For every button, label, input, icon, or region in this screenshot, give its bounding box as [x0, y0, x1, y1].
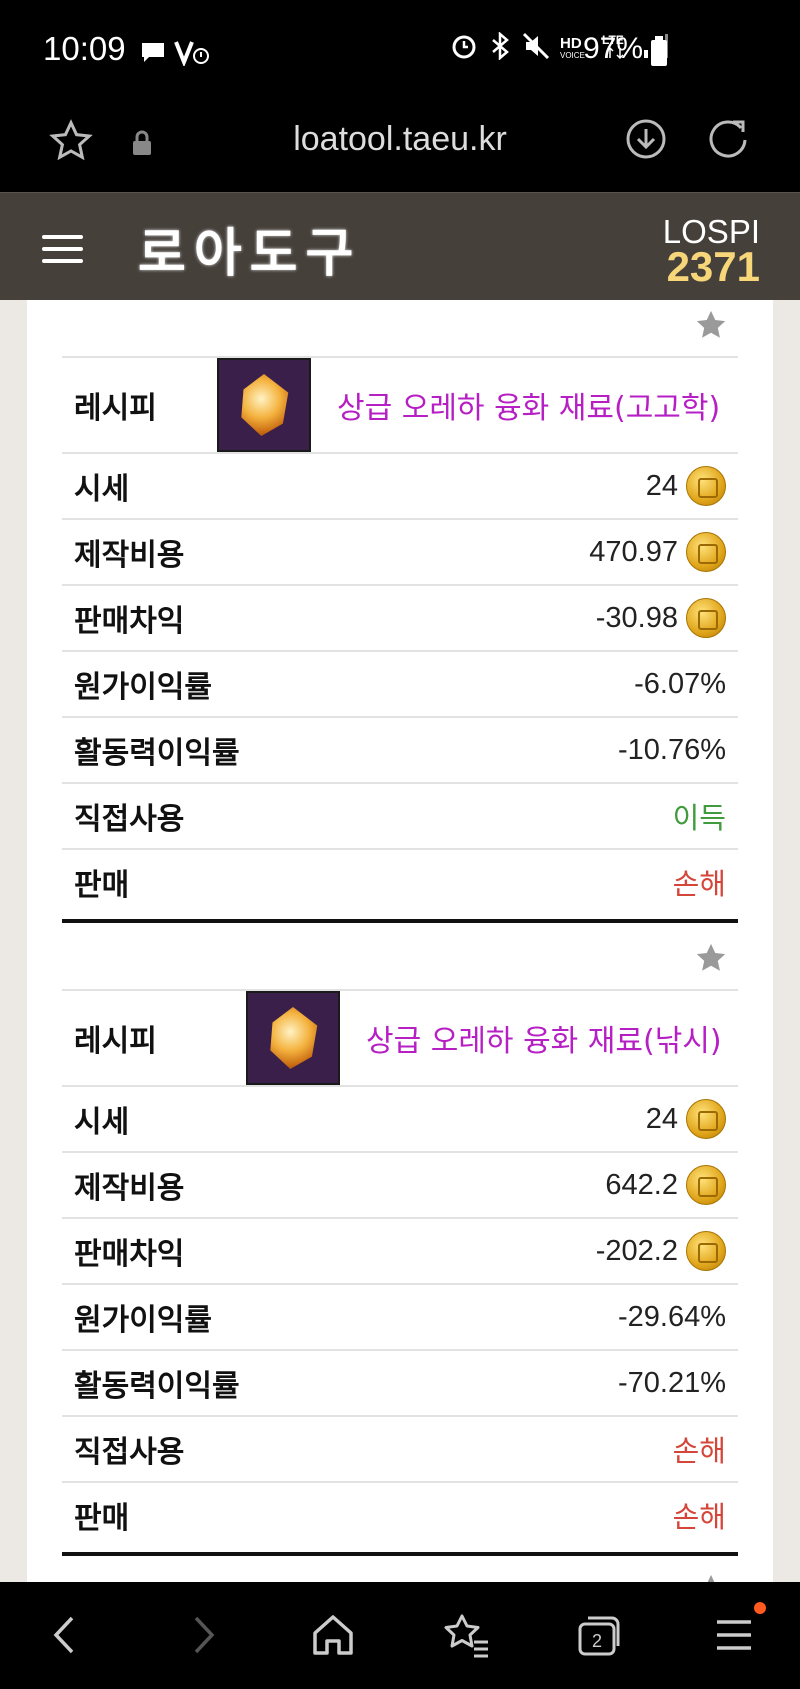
row-label: 직접사용 [74, 802, 185, 837]
favorite-star-icon[interactable] [694, 941, 728, 975]
table-row: 시세 24 [62, 452, 738, 518]
row-value: -6.07% [634, 667, 726, 700]
site-logo[interactable]: 로아도구 [138, 211, 361, 286]
section-divider [62, 1552, 738, 1556]
tab-count: 2 [592, 1631, 602, 1651]
forward-icon[interactable] [186, 1612, 220, 1658]
browser-bottom-nav: 2 [0, 1582, 800, 1689]
gold-coin-icon [686, 532, 726, 572]
chat-icon [142, 43, 164, 62]
menu-icon[interactable] [42, 235, 83, 263]
bluetooth-icon [492, 32, 509, 60]
recipe-item[interactable]: 상급 오레하 융화 재료(낚시) [246, 991, 722, 1085]
table-row: 판매차익 -202.2 [62, 1217, 738, 1283]
section-divider [62, 919, 738, 923]
recipe-card: 레시피 상급 오레하 융화 재료(고고학) 시세 24 제작비용 470.97 … [27, 300, 773, 1582]
row-value: -30.98 [596, 598, 726, 638]
status-value: 이득 [672, 803, 726, 835]
row-label: 직접사용 [74, 1435, 185, 1470]
mute-icon [522, 32, 550, 60]
row-label: 판매 [74, 1501, 130, 1536]
table-row: 제작비용 642.2 [62, 1151, 738, 1217]
wifi-call-icon [174, 41, 209, 66]
table-row: 직접사용 손해 [62, 1415, 738, 1481]
alarm-icon [452, 35, 476, 59]
home-icon[interactable] [310, 1612, 356, 1658]
status-value: 손해 [672, 1436, 726, 1468]
content-area: 레시피 상급 오레하 융화 재료(고고학) 시세 24 제작비용 470.97 … [0, 300, 800, 1582]
gold-coin-icon [686, 598, 726, 638]
battery-percent: 97% [583, 32, 644, 65]
status-value: 손해 [672, 869, 726, 901]
status-left-icons [140, 38, 210, 66]
status-value: 손해 [672, 1502, 726, 1534]
item-icon [246, 991, 340, 1085]
battery-icon [651, 36, 667, 66]
row-value: 642.2 [605, 1165, 726, 1205]
row-label: 활동력이익률 [74, 736, 240, 771]
row-value: -70.21% [617, 1366, 726, 1399]
reload-icon[interactable] [707, 118, 751, 160]
row-label: 판매 [74, 868, 130, 903]
gold-coin-icon [686, 1165, 726, 1205]
status-time: 10:09 [43, 30, 126, 67]
row-label: 제작비용 [74, 1171, 185, 1206]
recipe-label: 레시피 [74, 391, 157, 426]
favorite-star-icon[interactable] [694, 308, 728, 342]
row-label: 원가이익률 [74, 670, 212, 705]
site-header: 로아도구 LOSPI 2371 [0, 192, 800, 300]
table-row: 제작비용 470.97 [62, 518, 738, 584]
table-row: 판매차익 -30.98 [62, 584, 738, 650]
table-row: 원가이익률 -6.07% [62, 650, 738, 716]
svg-text:VOICE: VOICE [560, 51, 585, 60]
menu-icon[interactable] [714, 1612, 754, 1658]
svg-text:HD: HD [560, 35, 582, 52]
table-row: 활동력이익률 -10.76% [62, 716, 738, 782]
recipe-row: 레시피 상급 오레하 융화 재료(낚시) [62, 989, 738, 1085]
row-value: -10.76% [617, 733, 726, 766]
table-row: 직접사용 이득 [62, 782, 738, 848]
download-icon[interactable] [625, 118, 667, 160]
item-icon [217, 358, 311, 452]
row-label: 시세 [74, 472, 130, 507]
row-label: 시세 [74, 1105, 130, 1140]
item-name[interactable]: 상급 오레하 융화 재료(낚시) [366, 1016, 722, 1060]
status-bar: 10:09 HD VOICE LTE 97% [0, 0, 800, 100]
table-row: 활동력이익률 -70.21% [62, 1349, 738, 1415]
gold-coin-icon [686, 1231, 726, 1271]
row-value: -29.64% [617, 1300, 726, 1333]
row-value: 24 [646, 466, 726, 506]
row-value: 24 [646, 1099, 726, 1139]
recipe-item[interactable]: 상급 오레하 융화 재료(고고학) [217, 358, 720, 452]
bookmarks-icon[interactable] [442, 1612, 490, 1658]
gold-coin-icon [686, 466, 726, 506]
row-label: 제작비용 [74, 538, 185, 573]
row-label: 판매차익 [74, 604, 185, 639]
row-label: 활동력이익률 [74, 1369, 240, 1404]
item-name[interactable]: 상급 오레하 융화 재료(고고학) [337, 383, 720, 427]
row-value: -202.2 [596, 1231, 726, 1271]
row-value: 470.97 [589, 532, 726, 572]
table-row: 시세 24 [62, 1085, 738, 1151]
table-row: 판매 손해 [62, 848, 738, 914]
tabs-icon[interactable]: 2 [576, 1612, 624, 1658]
row-label: 판매차익 [74, 1237, 185, 1272]
notification-dot [754, 1602, 766, 1614]
gold-coin-icon [686, 1099, 726, 1139]
table-row: 판매 손해 [62, 1481, 738, 1547]
url-text[interactable]: loatool.taeu.kr [0, 120, 800, 159]
row-label: 원가이익률 [74, 1303, 212, 1338]
lospi-value: 2371 [666, 243, 760, 290]
recipe-row: 레시피 상급 오레하 융화 재료(고고학) [62, 356, 738, 452]
browser-url-bar: loatool.taeu.kr [0, 100, 800, 192]
back-icon[interactable] [48, 1612, 82, 1658]
table-row: 원가이익률 -29.64% [62, 1283, 738, 1349]
recipe-label: 레시피 [74, 1024, 157, 1059]
favorite-star-icon[interactable] [694, 1572, 728, 1582]
